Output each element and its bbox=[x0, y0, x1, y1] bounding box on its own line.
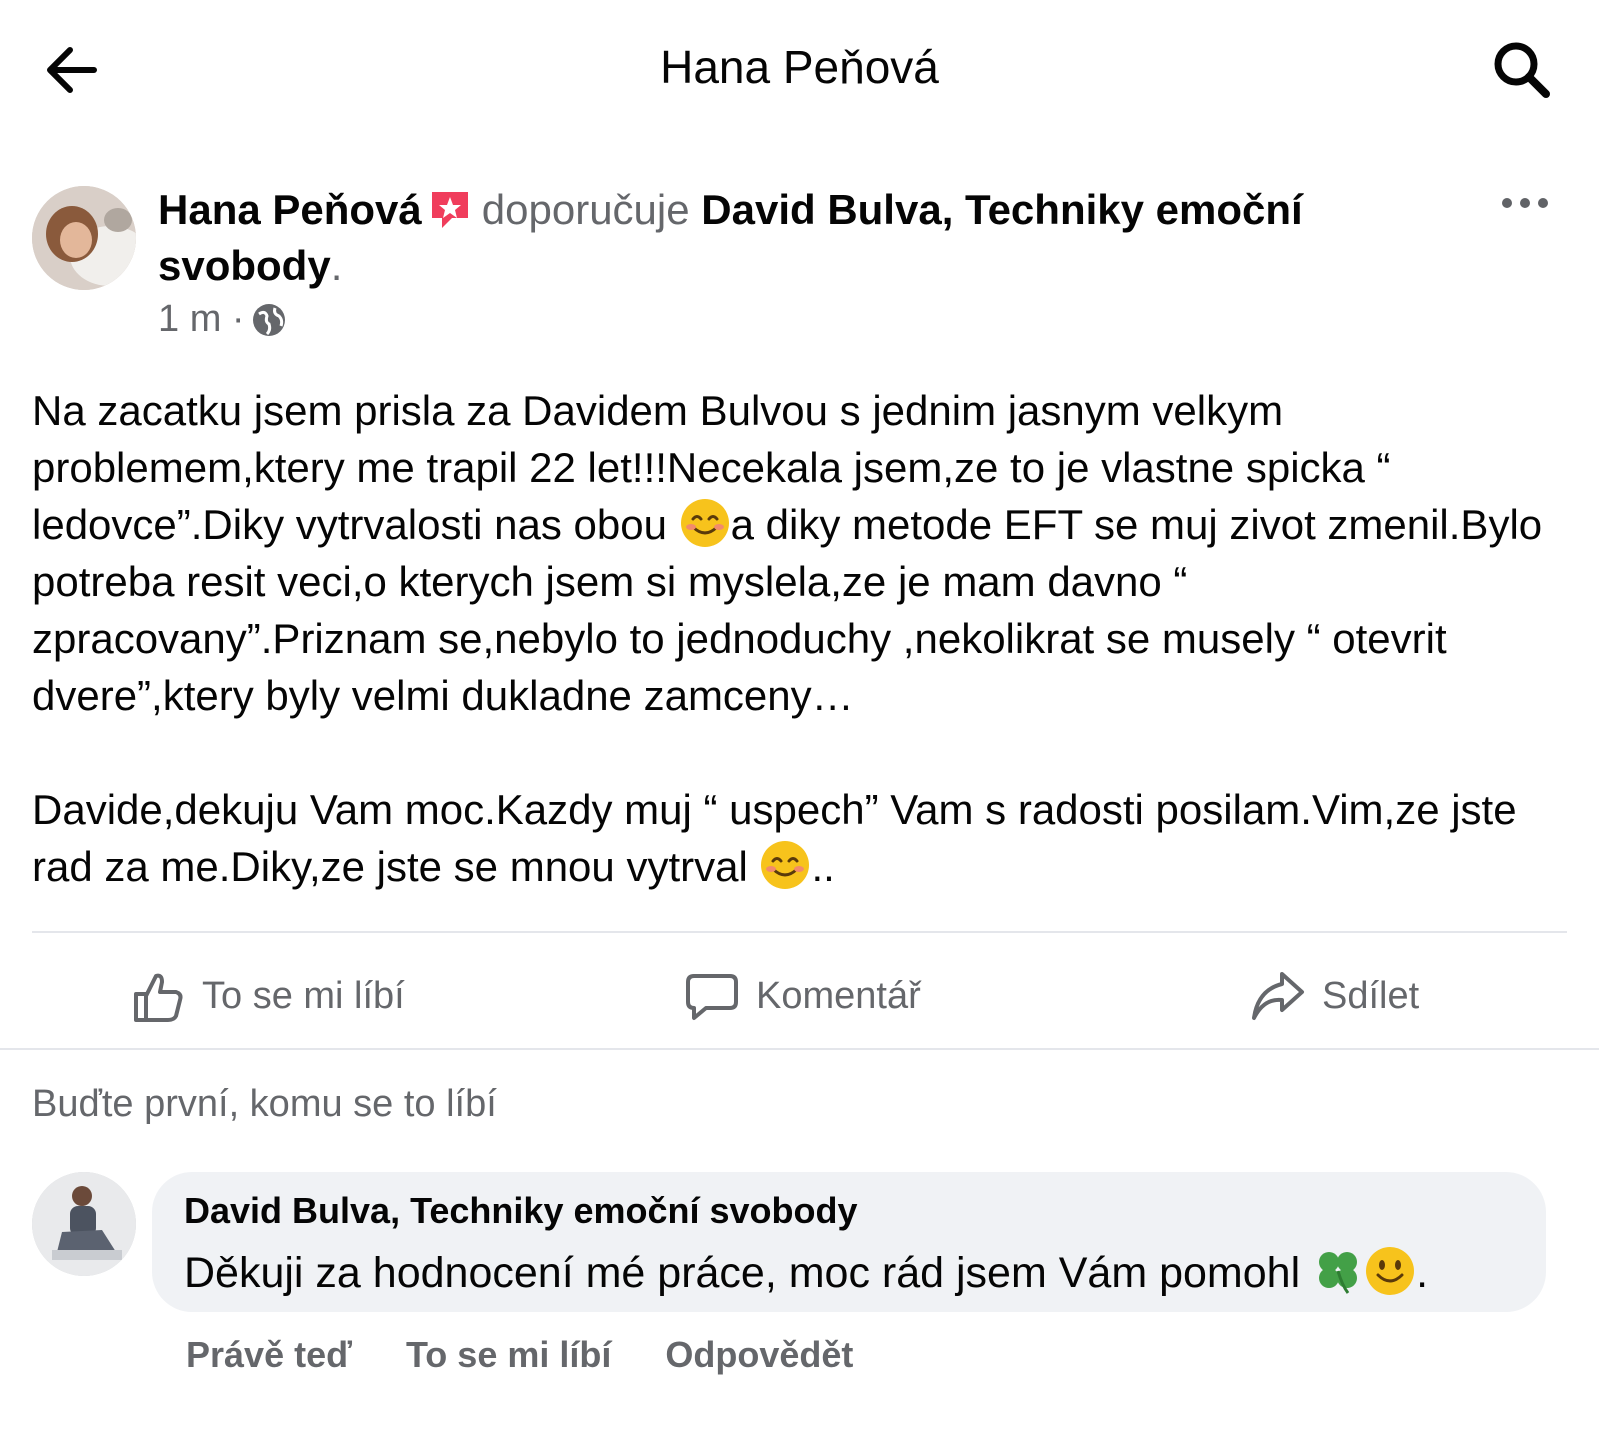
section-separator bbox=[0, 1048, 1599, 1050]
action-word: doporučuje bbox=[481, 186, 690, 233]
page-title: Hana Peňová bbox=[660, 41, 939, 93]
share-label: Sdílet bbox=[1322, 974, 1420, 1017]
divider bbox=[32, 931, 1567, 933]
period: . bbox=[330, 242, 343, 289]
smile-emoji bbox=[680, 499, 729, 547]
reactions-summary[interactable]: Buďte první, komu se to líbí bbox=[32, 1083, 497, 1126]
smile-emoji bbox=[761, 841, 810, 889]
meta-dot: · bbox=[231, 298, 245, 340]
share-icon bbox=[1252, 972, 1304, 1020]
commenter-avatar[interactable] bbox=[32, 1172, 136, 1276]
share-button[interactable]: Sdílet bbox=[1250, 960, 1419, 1032]
more-icon[interactable] bbox=[1500, 190, 1550, 216]
globe-icon bbox=[252, 303, 285, 336]
comment-reply-button[interactable]: Odpovědět bbox=[665, 1334, 853, 1376]
recommend-icon bbox=[431, 192, 468, 228]
comment-text: Děkuji za hodnocení mé práce, moc rád js… bbox=[184, 1245, 1428, 1298]
like-label: To se mi líbí bbox=[202, 974, 405, 1017]
author-avatar[interactable] bbox=[32, 186, 136, 290]
paragraph-2b: .. bbox=[811, 843, 835, 890]
comment-label: Komentář bbox=[756, 974, 921, 1017]
comment-time[interactable]: Právě teď bbox=[186, 1334, 352, 1376]
comment-end: . bbox=[1416, 1249, 1429, 1297]
comment-body: Děkuji za hodnocení mé práce, moc rád js… bbox=[184, 1249, 1313, 1297]
comment-actions: Právě teď To se mi líbí Odpovědět bbox=[186, 1334, 853, 1376]
post-text: Na zacatku jsem prisla za Davidem Bulvou… bbox=[32, 382, 1567, 895]
comment-like-button[interactable]: To se mi líbí bbox=[406, 1334, 611, 1376]
comment-author[interactable]: David Bulva, Techniky emoční svobody bbox=[184, 1190, 858, 1232]
like-icon bbox=[134, 973, 183, 1022]
post-meta: 1 m · bbox=[158, 298, 287, 341]
post-header: Hana Peňová doporučuje David Bulva, Techn… bbox=[158, 182, 1438, 294]
comment-button[interactable]: Komentář bbox=[684, 960, 921, 1032]
smile-emoji bbox=[1366, 1247, 1415, 1295]
post-time[interactable]: 1 m bbox=[158, 298, 221, 341]
like-button[interactable]: To se mi líbí bbox=[130, 960, 405, 1032]
clover-emoji bbox=[1319, 1252, 1358, 1294]
comment-icon bbox=[686, 974, 738, 1020]
search-icon[interactable] bbox=[1490, 38, 1554, 102]
author-name[interactable]: Hana Peňová bbox=[158, 186, 422, 233]
